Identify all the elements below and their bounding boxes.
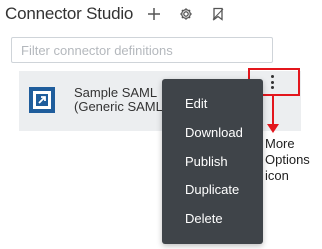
annotation-label-line: icon — [265, 168, 289, 183]
gear-icon[interactable] — [177, 5, 195, 23]
connector-subtitle: (Generic SAML — [74, 99, 163, 114]
menu-item-duplicate[interactable]: Duplicate — [185, 182, 239, 197]
annotation-label: More Options icon — [265, 136, 310, 184]
annotation-arrow-line — [272, 96, 274, 126]
menu-item-edit[interactable]: Edit — [185, 96, 207, 111]
annotation-arrow-head — [267, 124, 279, 133]
connector-name: Sample SAML — [74, 85, 158, 100]
menu-item-download[interactable]: Download — [185, 125, 243, 140]
menu-item-delete[interactable]: Delete — [185, 211, 223, 226]
annotation-label-line: Options — [265, 152, 310, 167]
annotation-label-line: More — [265, 136, 295, 151]
external-link-icon — [29, 87, 55, 113]
more-options-menu: Edit Download Publish Duplicate Delete — [162, 79, 263, 244]
bookmark-icon[interactable] — [209, 5, 227, 23]
connector-studio-panel: Connector Studio Filter connector defini… — [0, 0, 322, 249]
filter-input[interactable] — [11, 37, 273, 63]
add-icon[interactable] — [145, 5, 163, 23]
page-title: Connector Studio — [5, 4, 134, 23]
menu-item-publish[interactable]: Publish — [185, 154, 228, 169]
